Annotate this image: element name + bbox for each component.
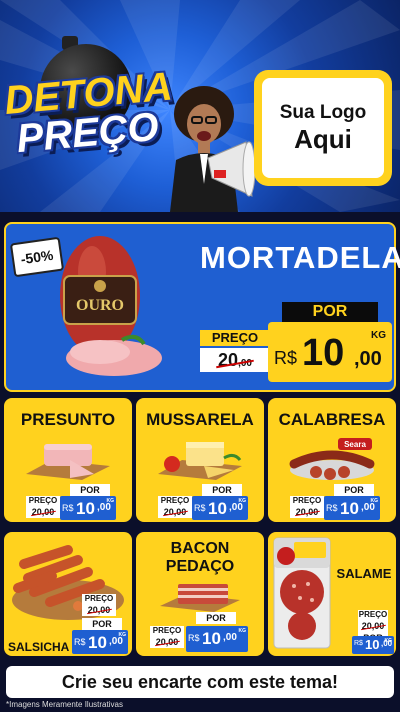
old-price: 20,00 <box>82 604 116 616</box>
product-card-calabresa: CALABRESA Seara PREÇO 20,00 POR R$ 10,00 K… <box>268 398 396 522</box>
product-card-salsicha: PREÇO 20,00 POR R$ 10,00 KG SALSICHA <box>4 532 132 656</box>
mussarela-image <box>158 442 242 480</box>
price-tag: R$ 10,00 KG <box>352 636 394 654</box>
old-price: 20,00 <box>290 506 324 518</box>
price-unit: KG <box>371 330 386 341</box>
preco-label: PREÇO <box>158 496 192 506</box>
product-name: MUSSARELA <box>146 410 254 429</box>
woman-megaphone-image <box>170 86 256 212</box>
disclaimer-note: *Imagens Meramente Ilustrativas <box>6 700 123 709</box>
preco-label: PREÇO <box>290 496 324 506</box>
price-tag: R$ 10,00 KG <box>324 496 380 520</box>
logo-text-line-2: Aqui <box>294 123 352 154</box>
store-logo-placeholder: Sua Logo Aqui <box>254 70 392 186</box>
discount-badge: -50% <box>9 236 65 278</box>
old-price: 20,00 <box>158 506 192 518</box>
presunto-image <box>26 444 110 480</box>
por-label: POR <box>196 612 236 624</box>
product-card-mussarela: MUSSARELA PREÇO 20,00 POR R$ 10,00 KG <box>136 398 264 522</box>
product-name: SALSICHA <box>8 640 70 654</box>
featured-product-name: MORTADELA <box>200 240 400 275</box>
product-card-bacon: BACON PEDAÇO PREÇO 20,00 POR R$ 10,00 KG <box>136 532 264 656</box>
header-banner: DETONA PREÇO Sua Logo Aqui <box>0 0 400 212</box>
price-tag: R$ 10,00 KG <box>72 630 128 654</box>
salame-image <box>273 537 331 649</box>
product-name-line-2: PEDAÇO <box>165 558 235 575</box>
product-name-line-1: BACON <box>170 540 230 557</box>
product-card-salame: SALAME PREÇO 20,00 POR R$10,00KG <box>268 532 396 656</box>
product-card-presunto: PRESUNTO PREÇO 20,00 POR R$ 10,00 KG <box>4 398 132 522</box>
product-name: PRESUNTO <box>20 410 116 429</box>
price-cents: ,00 <box>354 348 382 370</box>
preco-label: PREÇO <box>358 610 388 620</box>
preco-label: PREÇO <box>200 330 270 346</box>
old-price: 20,00 <box>358 620 388 632</box>
promo-title: DETONA PREÇO <box>3 64 174 163</box>
por-label: POR <box>282 302 378 322</box>
cta-banner[interactable]: Crie seu encarte com este tema! <box>6 666 394 698</box>
price-tag: R$ 10,00 KG <box>192 496 248 520</box>
preco-label: PREÇO <box>150 626 184 636</box>
old-price-cents: ,00 <box>238 358 252 369</box>
brand-seara-logo: Seara <box>344 440 366 449</box>
por-label: POR <box>202 484 242 496</box>
por-label: POR <box>82 618 122 630</box>
old-price: 20,00 <box>26 506 60 518</box>
old-price: 20,00 <box>150 636 184 648</box>
logo-text-line-1: Sua Logo <box>279 101 367 123</box>
price-tag: R$ 10,00 KG <box>60 496 116 520</box>
product-name: CALABRESA <box>278 410 386 429</box>
calabresa-image: Seara <box>289 438 375 480</box>
price-currency: R$ <box>274 348 298 368</box>
price-tag: R$ 10,00 KG <box>186 626 248 652</box>
preco-label: PREÇO <box>26 496 60 506</box>
old-price-int: 20 <box>218 350 239 370</box>
price-integer: 10 <box>302 332 345 374</box>
por-label: POR <box>334 484 374 496</box>
svg-text:OURO: OURO <box>76 297 124 314</box>
product-name: SALAME <box>336 566 392 581</box>
preco-label: PREÇO <box>82 594 116 604</box>
bacon-image <box>160 584 240 612</box>
old-price: 20,00 <box>200 348 270 372</box>
por-label: POR <box>70 484 110 496</box>
featured-price-tag: R$ 10 ,00 KG <box>268 322 392 382</box>
